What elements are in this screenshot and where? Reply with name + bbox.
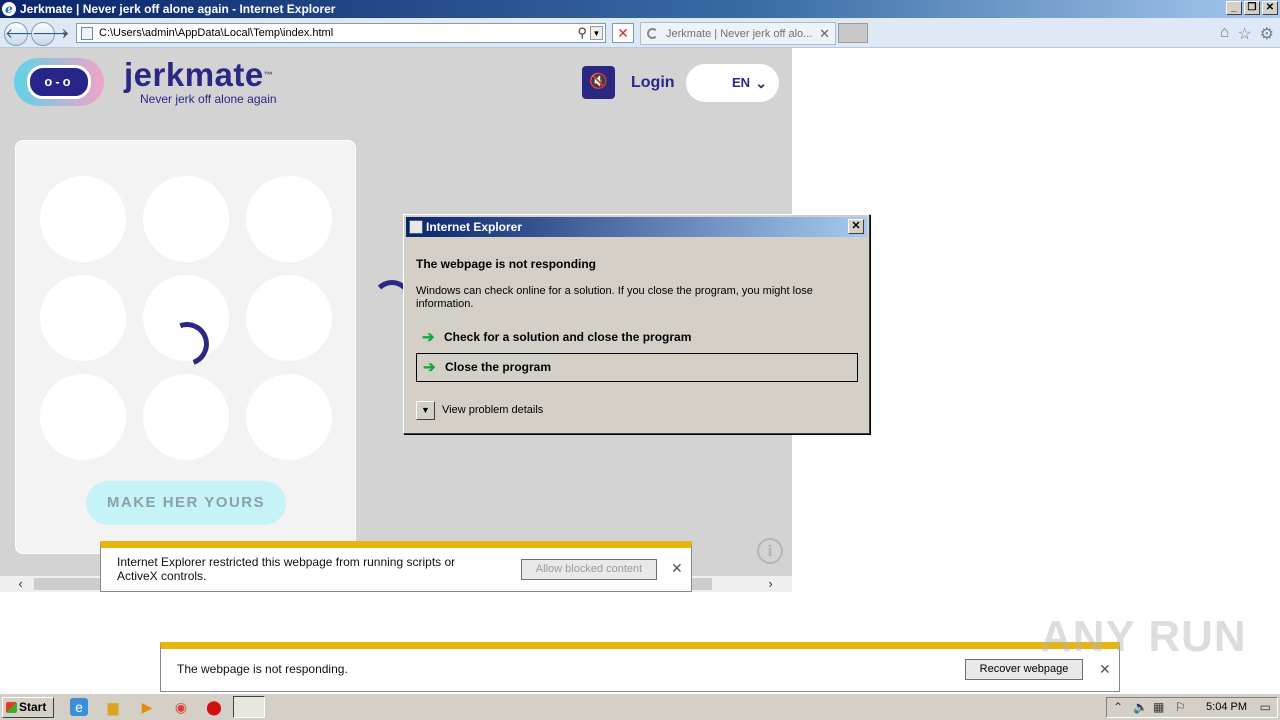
green-arrow-icon: ➔ <box>422 329 435 346</box>
app-icon <box>409 220 423 234</box>
make-her-yours-button[interactable]: MAKE HER YOURS <box>86 481 286 525</box>
language-selector[interactable]: EN ⌄ <box>686 64 779 102</box>
dialog-text: Windows can check online for a solution.… <box>416 285 813 310</box>
profile-grid-card: MAKE HER YOURS <box>15 140 356 554</box>
site-logo[interactable]: o-o jerkmate™ Never jerk off alone again <box>14 58 277 106</box>
sound-muted-icon[interactable]: 🔇 <box>582 66 615 99</box>
script-blocked-infobar: Internet Explorer restricted this webpag… <box>100 541 692 592</box>
recover-webpage-button[interactable]: Recover webpage <box>964 658 1084 681</box>
close-program-label: Close the program <box>445 360 552 374</box>
minimize-button[interactable]: _ <box>1226 1 1242 15</box>
volume-icon[interactable]: 🔈 <box>1133 700 1148 714</box>
close-recover-bar-icon[interactable]: ✕ <box>1099 661 1111 678</box>
not-responding-message: The webpage is not responding. <box>177 662 348 676</box>
history-dropdown-icon[interactable]: ▼ <box>61 30 69 39</box>
chrome-taskbar-icon[interactable]: ◉ <box>172 698 190 716</box>
window-title: Jerkmate | Never jerk off alone again - … <box>20 2 336 16</box>
taskbar: Start e ▆ ▶ ◉ ⬤ ⌃ 🔈 ▦ ⚐ 5:04 PM ▭ <box>0 693 1280 720</box>
profile-placeholder[interactable] <box>40 374 126 460</box>
opera-taskbar-icon[interactable]: ⬤ <box>205 698 223 716</box>
dialog-close-button[interactable]: ✕ <box>848 219 864 234</box>
network-icon[interactable]: ▦ <box>1153 700 1164 714</box>
ie-taskbar-icon[interactable]: e <box>70 698 88 716</box>
brand-name: jerkmate <box>124 56 264 93</box>
not-responding-infobar: The webpage is not responding. Recover w… <box>160 642 1120 692</box>
scroll-left-icon[interactable]: ‹ <box>12 576 29 592</box>
loading-icon <box>647 28 658 39</box>
window-titlebar: e Jerkmate | Never jerk off alone again … <box>0 0 1280 18</box>
active-window-taskbar-button[interactable] <box>233 696 265 718</box>
address-dropdown-icon[interactable]: ▼ <box>590 26 603 40</box>
close-program-option[interactable]: ➔ Close the program <box>416 353 858 382</box>
language-label: EN <box>732 75 751 90</box>
address-bar[interactable]: C:\Users\admin\AppData\Local\Temp\index.… <box>76 23 606 43</box>
navigation-bar: 🡐 🡒 ▼ C:\Users\admin\AppData\Local\Temp\… <box>0 18 1280 48</box>
close-window-button[interactable]: ✕ <box>1262 1 1278 15</box>
watermark-logo: ANY RUN <box>1040 612 1247 661</box>
green-arrow-icon: ➔ <box>423 359 436 376</box>
expand-details-icon[interactable]: ▼ <box>416 401 435 420</box>
start-button[interactable]: Start <box>2 697 54 718</box>
media-player-taskbar-icon[interactable]: ▶ <box>138 698 156 716</box>
ie-logo-icon: e <box>2 2 16 16</box>
view-details-toggle[interactable]: ▼ View problem details <box>416 401 544 420</box>
show-hidden-icons-icon[interactable]: ⌃ <box>1113 700 1123 714</box>
dialog-title: Internet Explorer <box>426 220 523 234</box>
favorites-star-icon[interactable]: ☆ <box>1237 24 1251 44</box>
profile-placeholder[interactable] <box>143 176 229 262</box>
action-center-flag-icon[interactable]: ⚐ <box>1175 700 1186 714</box>
address-text: C:\Users\admin\AppData\Local\Temp\index.… <box>99 27 334 39</box>
dialog-heading: The webpage is not responding <box>416 257 597 271</box>
folder-taskbar-icon[interactable]: ▆ <box>104 698 122 716</box>
profile-placeholder[interactable] <box>246 374 332 460</box>
new-tab-button[interactable] <box>838 23 868 43</box>
info-icon[interactable]: i <box>757 538 783 564</box>
profile-placeholder[interactable] <box>246 275 332 361</box>
back-button[interactable]: 🡐 <box>4 22 43 46</box>
toolbar-icons: ⌂ ☆ ⚙ <box>1220 24 1274 44</box>
tab-title: Jerkmate | Never jerk off alo... <box>666 27 813 40</box>
brand-tagline: Never jerk off alone again <box>140 92 277 106</box>
system-tray: ⌃ 🔈 ▦ ⚐ 5:04 PM ▭ <box>1106 697 1278 718</box>
window-controls: _ ❐ ✕ <box>1226 1 1278 15</box>
dialog-titlebar: Internet Explorer ✕ <box>406 217 867 237</box>
login-link[interactable]: Login <box>631 74 675 92</box>
check-solution-label: Check for a solution and close the progr… <box>444 330 692 344</box>
tab-close-icon[interactable]: ✕ <box>819 26 830 42</box>
view-details-label: View problem details <box>442 404 544 416</box>
profile-placeholder[interactable] <box>246 176 332 262</box>
show-desktop-icon[interactable]: ▭ <box>1260 700 1271 714</box>
robot-mascot-icon: o-o <box>14 58 104 106</box>
scroll-right-icon[interactable]: › <box>762 576 779 592</box>
stop-button[interactable]: ✕ <box>612 23 634 43</box>
clock: 5:04 PM <box>1206 701 1247 713</box>
windows-flag-icon <box>6 702 17 713</box>
trademark: ™ <box>263 70 274 80</box>
page-icon <box>81 27 93 40</box>
profile-placeholder[interactable] <box>40 176 126 262</box>
profile-placeholder[interactable] <box>143 374 229 460</box>
browser-tab[interactable]: Jerkmate | Never jerk off alo... ✕ <box>640 22 836 45</box>
script-blocked-message: Internet Explorer restricted this webpag… <box>117 555 456 583</box>
not-responding-dialog: Internet Explorer ✕ The webpage is not r… <box>403 214 870 434</box>
profile-placeholder[interactable] <box>40 275 126 361</box>
chevron-down-icon: ⌄ <box>755 75 767 91</box>
forward-button[interactable]: 🡒 <box>31 22 70 46</box>
robot-face-icon: o-o <box>27 65 91 99</box>
search-icon[interactable]: ⚲ <box>577 25 587 41</box>
home-icon[interactable]: ⌂ <box>1220 24 1230 44</box>
allow-blocked-content-button[interactable]: Allow blocked content <box>520 558 658 581</box>
close-infobar-icon[interactable]: ✕ <box>671 560 683 577</box>
restore-button[interactable]: ❐ <box>1244 1 1260 15</box>
check-solution-option[interactable]: ➔ Check for a solution and close the pro… <box>416 324 858 353</box>
start-label: Start <box>19 700 47 714</box>
gear-icon[interactable]: ⚙ <box>1260 24 1274 44</box>
